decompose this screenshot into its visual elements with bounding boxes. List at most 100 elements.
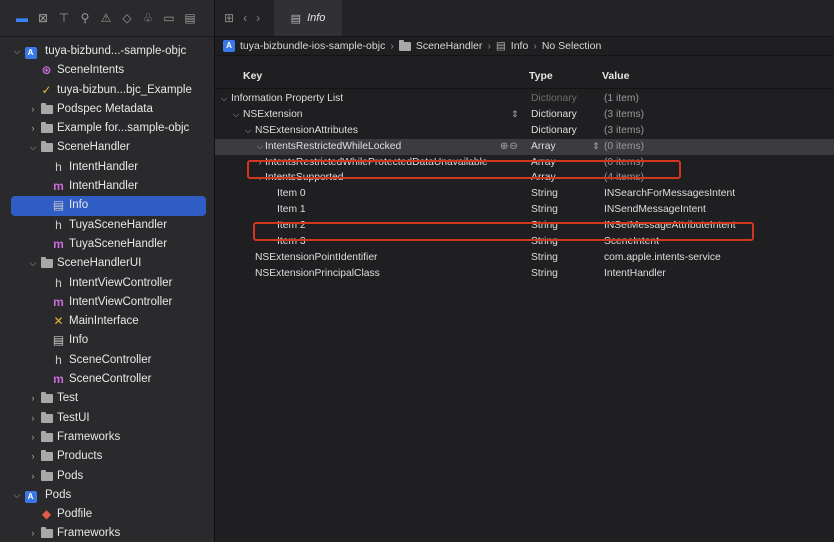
breakpoint-icon[interactable]: ◇ (121, 11, 133, 25)
sidebar-item[interactable]: h TuyaSceneHandler (0, 216, 214, 235)
chevron-down-icon[interactable]: ⌵ (243, 123, 253, 139)
warning-icon[interactable]: ⚠ (100, 11, 112, 25)
plist-type[interactable]: String (531, 186, 558, 202)
plist-key[interactable]: Item 2 (277, 218, 306, 234)
plist-type[interactable]: String (531, 218, 558, 234)
stepper-icon[interactable]: ⇕ (592, 139, 600, 155)
plist-value[interactable]: (0 items) (604, 155, 644, 171)
plist-value[interactable]: com.apple.intents-service (604, 250, 721, 266)
sidebar-item[interactable]: › Products (0, 447, 214, 466)
chevron-right-icon[interactable]: › (28, 389, 38, 408)
sidebar-item[interactable]: ⌵ A Pods (0, 486, 214, 505)
plist-row[interactable]: Item 0 String INSearchForMessagesIntent (215, 186, 834, 202)
sidebar-item[interactable]: › Example for...sample-objc (0, 119, 214, 138)
column-type[interactable]: Type (529, 70, 553, 82)
plist-value[interactable]: (3 items) (604, 107, 644, 123)
plist-row[interactable]: ⌵ IntentsSupported Array (4 items) (215, 170, 834, 186)
plist-row[interactable]: › IntentsRestrictedWhileProtectedDataUnav… (215, 155, 834, 171)
plist-row[interactable]: ⌵ Information Property List Dictionary (1 i… (215, 91, 834, 107)
chevron-down-icon[interactable]: ⌵ (219, 91, 229, 107)
plist-value[interactable]: (1 item) (604, 91, 639, 107)
plist-row[interactable]: Item 3 String SceneIntent (215, 234, 834, 250)
plist-value[interactable]: (0 items) (604, 139, 644, 155)
plist-type[interactable]: Dictionary (531, 107, 577, 123)
plist-row[interactable]: Item 2 String INSetMessageAttributeIntent (215, 218, 834, 234)
back-chevron-icon[interactable]: ‹ (243, 11, 247, 25)
plist-type[interactable]: String (531, 202, 558, 218)
jumpbar-group[interactable]: SceneHandler (416, 40, 483, 52)
chevron-right-icon[interactable]: › (28, 100, 38, 119)
chevron-down-icon[interactable]: ⌵ (28, 138, 38, 157)
plist-row[interactable]: ⌵ NSExtensionAttributes Dictionary (3 items… (215, 123, 834, 139)
chevron-down-icon[interactable]: ⌵ (255, 170, 265, 186)
plist-row[interactable]: ⌵ NSExtension ⇕ Dictionary (3 items) (215, 107, 834, 123)
plist-value[interactable]: INSearchForMessagesIntent (604, 186, 735, 202)
sidebar-item[interactable]: ▤ Info (11, 196, 206, 216)
sidebar-item[interactable]: ▤ Info (0, 331, 214, 350)
sidebar-item[interactable]: › Pods (0, 467, 214, 486)
sidebar-item[interactable]: m SceneController (0, 370, 214, 389)
plist-type[interactable]: Dictionary (531, 91, 577, 107)
stepper-icon[interactable]: ⇕ (511, 107, 519, 123)
jumpbar-selection[interactable]: No Selection (542, 40, 602, 52)
plist-key[interactable]: NSExtensionAttributes (255, 123, 358, 139)
tab-info[interactable]: ▤ Info (274, 0, 343, 36)
plist-key[interactable]: IntentsRestrictedWhileProtectedDataUnava… (265, 155, 488, 171)
chevron-down-icon[interactable]: ⌵ (12, 486, 22, 505)
plist-key[interactable]: IntentsSupported (265, 170, 343, 186)
sidebar-item[interactable]: › Test (0, 389, 214, 408)
plist-type[interactable]: String (531, 234, 558, 250)
plist-type[interactable]: Dictionary (531, 123, 577, 139)
chevron-down-icon[interactable]: ⌵ (12, 42, 22, 61)
report-icon[interactable]: ▤ (184, 11, 196, 25)
chevron-right-icon[interactable]: › (28, 409, 38, 428)
plist-row[interactable]: ⌵ IntentsRestrictedWhileLocked ⊕⊖ ⇕ Array (0 … (215, 138, 834, 155)
sidebar-item[interactable]: ✕ MainInterface (0, 312, 214, 331)
plist-key[interactable]: Information Property List (231, 91, 343, 107)
column-key[interactable]: Key (243, 70, 262, 82)
jumpbar-project[interactable]: tuya-bizbundle-ios-sample-objc (240, 40, 385, 52)
chevron-down-icon[interactable]: ⌵ (28, 254, 38, 273)
sidebar-item[interactable]: ⌵ SceneHandlerUI (0, 254, 214, 273)
sidebar-item[interactable]: › Frameworks (0, 524, 214, 542)
plist-value[interactable]: INSendMessageIntent (604, 202, 706, 218)
chevron-right-icon[interactable]: › (255, 155, 265, 171)
plist-value[interactable]: (4 items) (604, 170, 644, 186)
plist-row[interactable]: Item 1 String INSendMessageIntent (215, 202, 834, 218)
source-control-icon[interactable]: ⊠ (37, 11, 49, 25)
plist-key[interactable]: Item 3 (277, 234, 306, 250)
debug-icon[interactable]: ♧ (142, 11, 154, 25)
sidebar-item[interactable]: › Frameworks (0, 428, 214, 447)
chevron-right-icon[interactable]: › (28, 447, 38, 466)
plist-type[interactable]: Array (531, 170, 556, 186)
sidebar-item[interactable]: ✓ tuya-bizbun...bjc_Example (0, 81, 214, 100)
plist-value[interactable]: (3 items) (604, 123, 644, 139)
column-value[interactable]: Value (602, 70, 629, 82)
chevron-right-icon[interactable]: › (28, 428, 38, 447)
sidebar-item[interactable]: m IntentViewController (0, 293, 214, 312)
plist-key[interactable]: NSExtensionPointIdentifier (255, 250, 378, 266)
sidebar-item[interactable]: m TuyaSceneHandler (0, 235, 214, 254)
plist-type[interactable]: Array (531, 155, 556, 171)
plist-type[interactable]: String (531, 250, 558, 266)
grid-icon[interactable]: ⊞ (224, 11, 234, 25)
plist-type[interactable]: Array (531, 139, 556, 155)
sidebar-item[interactable]: h IntentHandler (0, 158, 214, 177)
folder-icon[interactable]: ▬ (16, 11, 28, 25)
tag-icon[interactable]: ▭ (163, 11, 175, 25)
sidebar-item[interactable]: ⊛ SceneIntents (0, 61, 214, 80)
plist-value[interactable]: SceneIntent (604, 234, 659, 250)
plist-key[interactable]: IntentsRestrictedWhileLocked (265, 139, 401, 155)
chevron-right-icon[interactable]: › (28, 119, 38, 138)
sidebar-item[interactable]: ⌵ SceneHandler (0, 138, 214, 157)
forward-chevron-icon[interactable]: › (256, 11, 260, 25)
plist-key[interactable]: Item 0 (277, 186, 306, 202)
sidebar-item[interactable]: h SceneController (0, 351, 214, 370)
sidebar-item[interactable]: h IntentViewController (0, 274, 214, 293)
plist-key[interactable]: Item 1 (277, 202, 306, 218)
jumpbar-file[interactable]: Info (511, 40, 529, 52)
plist-row[interactable]: NSExtensionPointIdentifier String com.appl… (215, 250, 834, 266)
plist-type[interactable]: String (531, 266, 558, 282)
chevron-down-icon[interactable]: ⌵ (255, 139, 265, 155)
chevron-right-icon[interactable]: › (28, 467, 38, 486)
